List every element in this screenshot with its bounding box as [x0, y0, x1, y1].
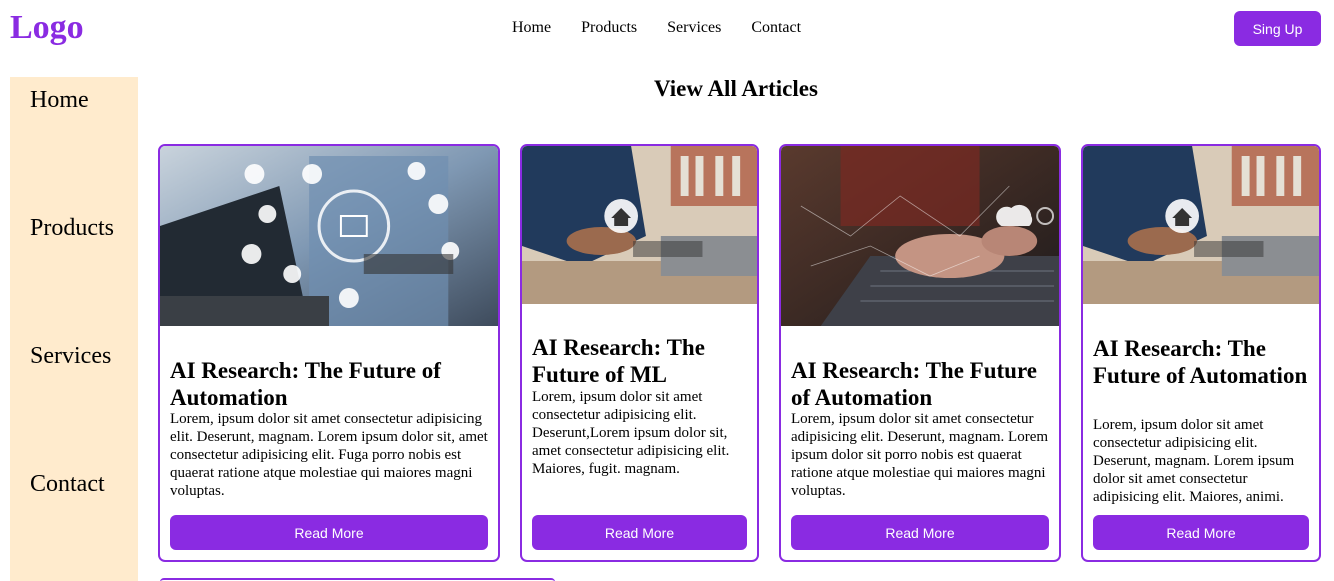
logo[interactable]: Logo [10, 9, 84, 47]
smart-home-icon [1083, 146, 1319, 304]
top-nav: Home Products Services Contact [512, 19, 801, 37]
sidebar-item-contact[interactable]: Contact [30, 471, 105, 498]
nav-services[interactable]: Services [667, 19, 721, 37]
sidebar-item-home[interactable]: Home [30, 87, 89, 114]
nav-home[interactable]: Home [512, 19, 551, 37]
article-body: Lorem, ipsum dolor sit amet consectetur … [170, 411, 488, 499]
article-body: Lorem, ipsum dolor sit amet consectetur … [532, 389, 730, 477]
article-body: Lorem, ipsum dolor sit amet consectetur … [1093, 417, 1295, 505]
read-more-button[interactable]: Read More [791, 515, 1049, 550]
cloud-keyboard-icon [781, 146, 1059, 326]
article-body: Lorem, ipsum dolor sit amet consectetur … [791, 411, 1049, 499]
read-more-button[interactable]: Read More [170, 515, 488, 550]
nav-contact[interactable]: Contact [751, 19, 801, 37]
article-title: AI Research: The Future of Automation [170, 358, 441, 410]
sidebar: Home Products Services Contact [10, 77, 138, 581]
article-card: AI Research: The Future of Automation Lo… [158, 144, 500, 562]
article-card: AI Research: The Future of Automation Lo… [779, 144, 1061, 562]
sidebar-item-services[interactable]: Services [30, 343, 111, 370]
article-card: AI Research: The Future of ML Lorem, ips… [520, 144, 759, 562]
page-title: View All Articles [654, 76, 818, 101]
signup-button[interactable]: Sing Up [1234, 11, 1321, 46]
read-more-button[interactable]: Read More [532, 515, 747, 550]
sidebar-item-products[interactable]: Products [30, 215, 114, 242]
article-title: AI Research: The Future of Automation [791, 358, 1037, 410]
article-card: AI Research: The Future of Automation Lo… [1081, 144, 1321, 562]
nav-products[interactable]: Products [581, 19, 637, 37]
read-more-button[interactable]: Read More [1093, 515, 1309, 550]
article-title: AI Research: The Future of Automation [1093, 336, 1308, 388]
dollar-network-icon [160, 146, 498, 326]
article-title: AI Research: The Future of ML [532, 335, 705, 387]
smart-home-icon [522, 146, 757, 304]
